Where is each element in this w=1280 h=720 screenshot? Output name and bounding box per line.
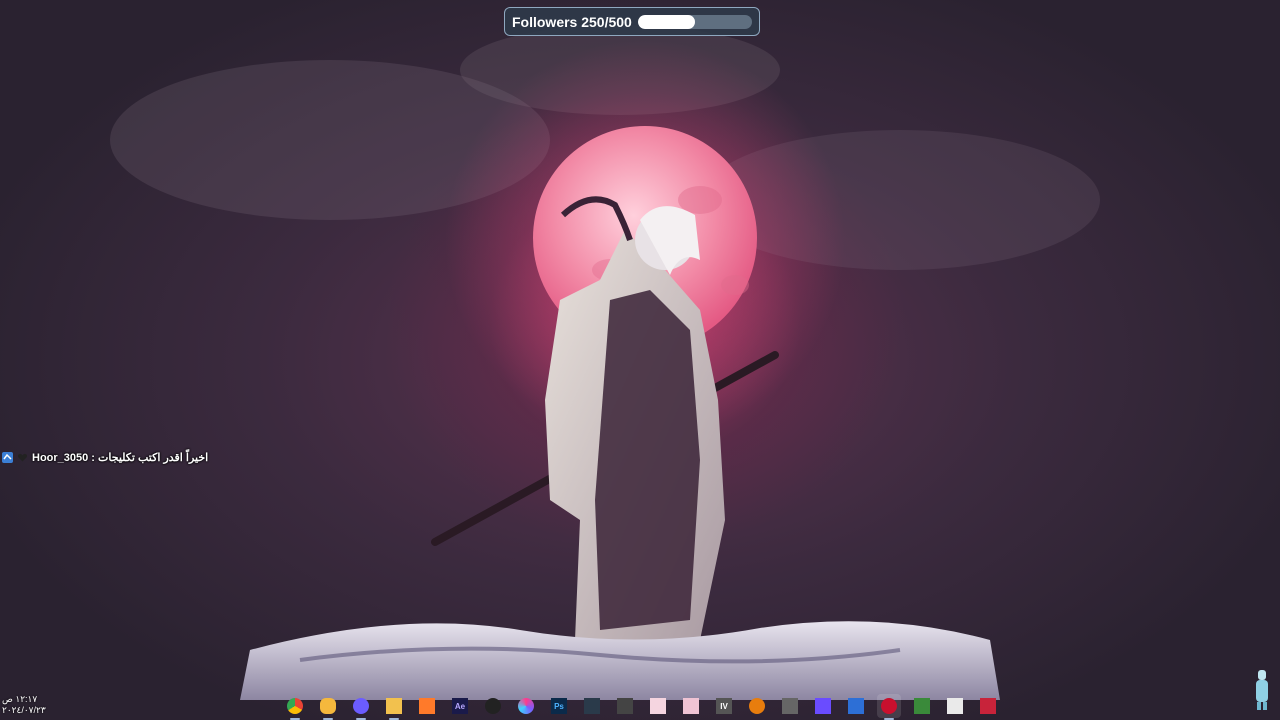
- heart-badge-icon: [17, 452, 28, 463]
- followers-label: Followers 250/500: [512, 13, 632, 30]
- chat-message: Hoor_3050 : اخيراً اقدر اكتب تكليجات: [2, 451, 208, 464]
- taskbar-app-color-app[interactable]: [514, 694, 538, 718]
- blender-icon: [749, 698, 765, 714]
- play-icon: [815, 698, 831, 714]
- taskbar-app-discord[interactable]: [316, 694, 340, 720]
- chrome-icon: [287, 698, 303, 714]
- anime-app-2-icon: [683, 698, 699, 714]
- anime-app-icon: [650, 698, 666, 714]
- taskbar-app-anime-app-2[interactable]: [679, 694, 703, 718]
- app-icon: [353, 698, 369, 714]
- after-effects-icon: Ae: [452, 698, 468, 714]
- tray-character-icon[interactable]: [1254, 668, 1270, 712]
- taskbar-app-photoshop[interactable]: Ps: [547, 694, 571, 718]
- gamepad-icon: [782, 698, 798, 714]
- photoshop-icon: Ps: [551, 698, 567, 714]
- taskbar-app-davinci-red[interactable]: [877, 694, 901, 720]
- desktop: Followers 250/500 Hoor_3050 : اخيراً اقد…: [0, 0, 1280, 720]
- file-explorer-icon: [386, 698, 402, 714]
- clock-time: ١٢:١٧ ص: [2, 694, 38, 704]
- wrench-icon: [617, 698, 633, 714]
- taskbar-app-wrench[interactable]: [613, 694, 637, 718]
- taskbar-app-video-editor[interactable]: [976, 694, 1000, 718]
- taskbar-app-file-explorer[interactable]: [382, 694, 406, 720]
- taskbar-app-obs[interactable]: [481, 694, 505, 718]
- obs-icon: [485, 698, 501, 714]
- video-editor-icon: [980, 698, 996, 714]
- store-icon: [947, 698, 963, 714]
- taskbar-app-app[interactable]: [349, 694, 373, 720]
- taskbar-app-remote-desktop[interactable]: [844, 694, 868, 718]
- color-app-icon: [518, 698, 534, 714]
- system-clock[interactable]: ١٢:١٧ ص ٢٠٢٤/٠٧/٢٣: [2, 694, 46, 716]
- followers-progress-bar: [637, 14, 752, 29]
- affinity-icon: [419, 698, 435, 714]
- taskbar-app-blender[interactable]: [745, 694, 769, 718]
- taskbar: Ae Ps IV: [283, 692, 1000, 720]
- taskbar-app-chrome[interactable]: [283, 694, 307, 720]
- iv-icon: IV: [716, 698, 732, 714]
- chat-message-text: Hoor_3050 : اخيراً اقدر اكتب تكليجات: [32, 452, 209, 464]
- taskbar-app-gamepad[interactable]: [778, 694, 802, 718]
- discord-icon: [320, 698, 336, 714]
- taskbar-app-anime-app[interactable]: [646, 694, 670, 718]
- wallpaper: [110, 25, 1100, 700]
- davinci-red-icon: [881, 698, 897, 714]
- taskbar-app-after-effects[interactable]: Ae: [448, 694, 472, 718]
- notebook-icon: [914, 698, 930, 714]
- taskbar-app-notebook[interactable]: [910, 694, 934, 718]
- remote-desktop-icon: [848, 698, 864, 714]
- taskbar-app-store[interactable]: [943, 694, 967, 718]
- taskbar-app-iv[interactable]: IV: [712, 694, 736, 718]
- followers-progress-fill: [637, 14, 695, 29]
- taskbar-app-davinci[interactable]: [580, 694, 604, 718]
- verified-badge-icon: [2, 452, 13, 463]
- taskbar-app-affinity[interactable]: [415, 694, 439, 718]
- clock-date: ٢٠٢٤/٠٧/٢٣: [2, 705, 46, 715]
- followers-goal-widget: Followers 250/500: [504, 7, 760, 36]
- taskbar-app-play[interactable]: [811, 694, 835, 718]
- davinci-icon: [584, 698, 600, 714]
